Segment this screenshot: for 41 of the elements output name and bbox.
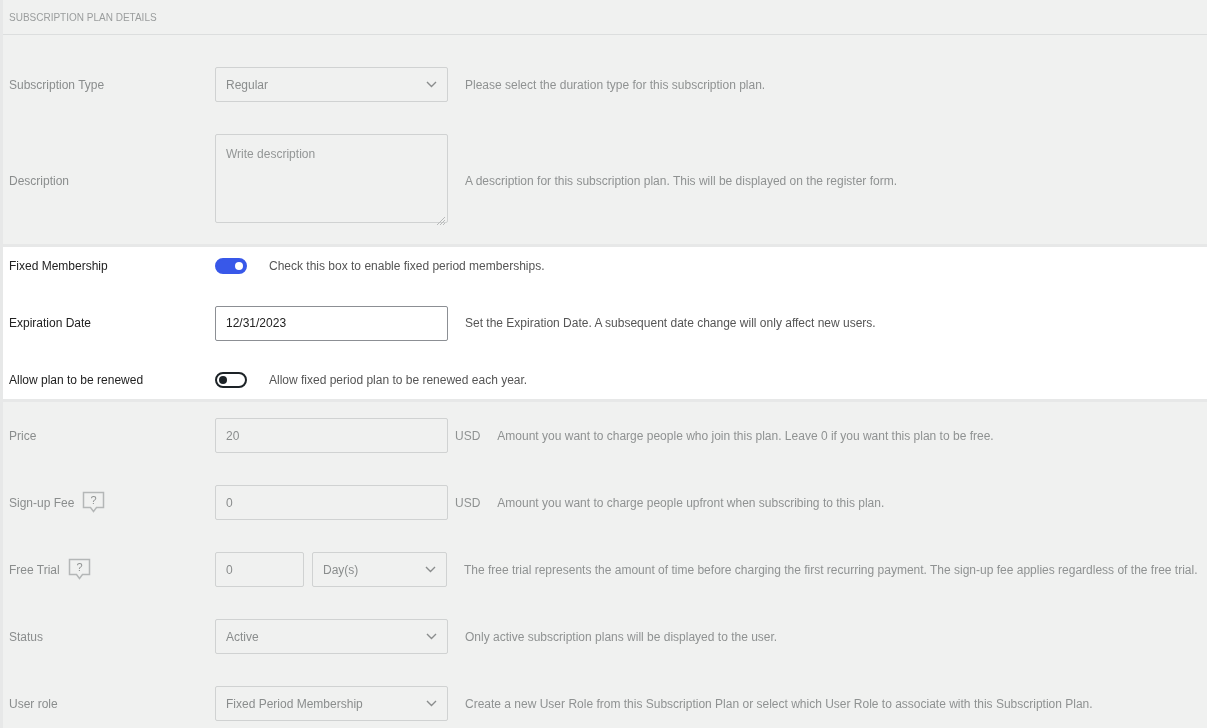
field-label: Free Trial [9, 561, 60, 579]
field-description: Amount you want to charge people upfront when subscribing to this plan. [497, 494, 885, 512]
field-description: The free trial represents the amount of time before charging the first recurring payment. The sign-up fee applies regardless of the free trial. [464, 561, 1198, 579]
resize-grip-icon [436, 216, 446, 226]
field-label: Sign-up Fee [9, 494, 75, 512]
unit-label: USD [455, 494, 481, 512]
unit-label: USD [455, 427, 481, 445]
field-description: Amount you want to charge people who join this plan. Leave 0 if you want this plan to be free. [497, 427, 994, 445]
field-label: Allow plan to be renewed [9, 372, 144, 389]
field-label: Status [9, 628, 44, 646]
toggle-switch[interactable] [215, 372, 247, 388]
chevron-down-icon [426, 633, 437, 640]
dropdown[interactable]: Active [215, 619, 448, 654]
field-description: Only active subscription plans will be displayed to the user. [465, 628, 778, 646]
field-description: Check this box to enable fixed period memberships. [269, 258, 545, 275]
field-label: User role [9, 695, 58, 713]
dropdown[interactable]: Regular [215, 67, 448, 102]
help-icon[interactable]: ? [82, 491, 106, 514]
chevron-down-icon [425, 566, 436, 573]
field-label: Price [9, 427, 37, 445]
field-label: Subscription Type [9, 76, 105, 94]
dropdown[interactable]: Day(s) [312, 552, 447, 587]
text-area[interactable]: Write description [215, 134, 448, 223]
dropdown[interactable]: Fixed Period Membership [215, 686, 448, 721]
chevron-down-icon [426, 700, 437, 707]
section-heading: SUBSCRIPTION PLAN DETAILS [9, 10, 157, 25]
input-field[interactable]: 0 [215, 552, 304, 587]
field-description: Create a new User Role from this Subscription Plan or select which User Role to associate with this Subscription Plan. [465, 695, 1093, 713]
input-field[interactable]: 20 [215, 418, 448, 453]
chevron-down-icon [426, 81, 437, 88]
field-label: Description [9, 173, 70, 190]
help-icon[interactable]: ? [67, 558, 91, 581]
field-description: A description for this subscription plan. This will be displayed on the register form. [465, 173, 897, 190]
field-label: Fixed Membership [9, 258, 108, 275]
toggle-switch[interactable] [215, 258, 247, 274]
field-description: Allow fixed period plan to be renewed each year. [269, 372, 528, 389]
field-description: Please select the duration type for this subscription plan. [465, 76, 766, 94]
input-field[interactable]: 12/31/2023 [215, 305, 448, 341]
input-field[interactable]: 0 [215, 485, 448, 520]
field-label: Expiration Date [9, 315, 92, 332]
field-description: Set the Expiration Date. A subsequent date change will only affect new users. [465, 315, 876, 332]
